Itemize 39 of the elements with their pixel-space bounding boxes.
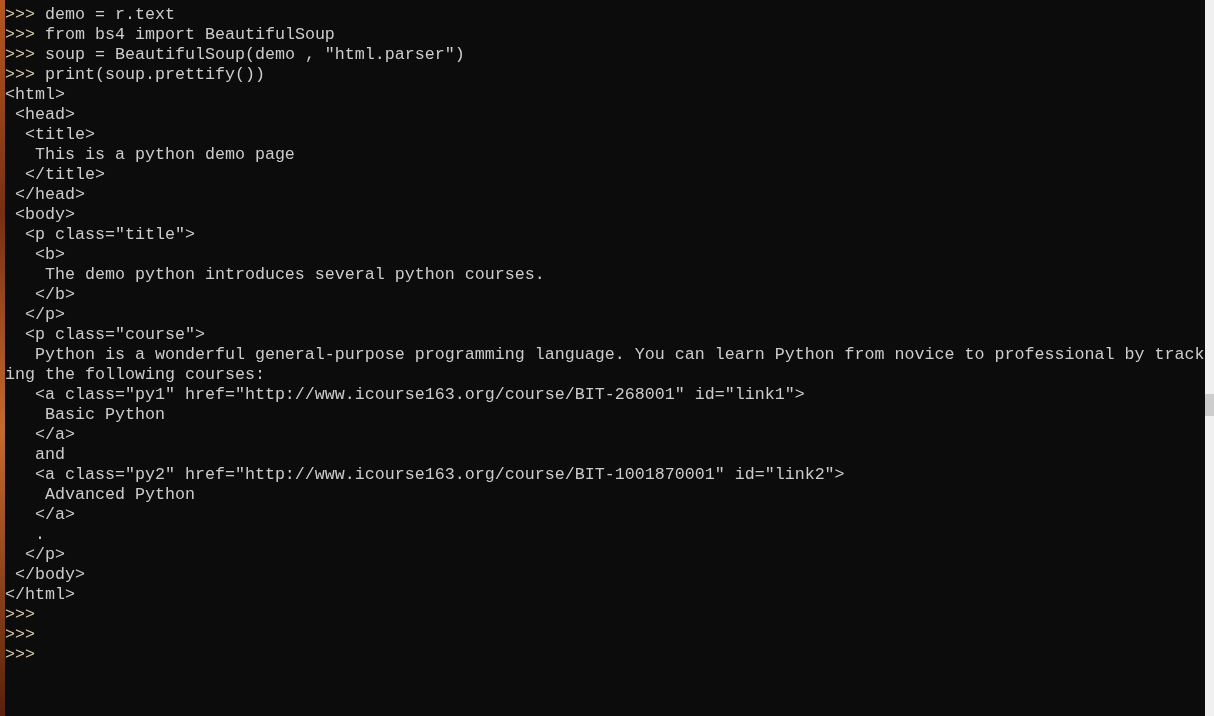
prompt-symbol: >>> [5, 45, 35, 64]
prompt-symbol: >>> [5, 5, 35, 24]
output-line: . [34, 525, 45, 544]
output-line: </body> [14, 565, 85, 584]
output-line: </a> [34, 425, 75, 444]
output-line: <b> [34, 245, 65, 264]
command-text: print(soup.prettify()) [45, 65, 265, 84]
prompt-symbol: >>> [5, 65, 35, 84]
output-line: </p> [24, 545, 65, 564]
output-line: <p class="course"> [24, 325, 205, 344]
output-line: <a class="py2" href="http://www.icourse163.org/course/BIT-1001870001" id="link2"> [34, 465, 845, 484]
output-line: The demo python introduces several python courses. [43, 265, 545, 284]
output-line: <p class="title"> [24, 225, 195, 244]
output-line: </title> [24, 165, 105, 184]
output-line: <body> [14, 205, 75, 224]
scrollbar[interactable] [1205, 0, 1214, 716]
output-line: and [34, 445, 65, 464]
command-text: soup = BeautifulSoup(demo , "html.parser") [45, 45, 465, 64]
output-line: ing the following courses: [5, 365, 265, 384]
prompt-symbol: >>> [5, 645, 35, 664]
output-line: <html> [5, 85, 65, 104]
output-line: This is a python demo page [34, 145, 295, 164]
prompt-symbol: >>> [5, 625, 35, 644]
output-line: </a> [34, 505, 75, 524]
command-text: demo = r.text [45, 5, 175, 24]
output-line: Python is a wonderful general-purpose programming language. You can learn Python from novice to professional by track [34, 345, 1205, 364]
output-line: </head> [14, 185, 85, 204]
command-text: from bs4 import BeautifulSoup [45, 25, 335, 44]
output-line: Advanced Python [43, 485, 195, 504]
prompt-symbol: >>> [5, 25, 35, 44]
output-line: <a class="py1" href="http://www.icourse163.org/course/BIT-268001" id="link1"> [34, 385, 805, 404]
output-line: </html> [5, 585, 75, 604]
scrollbar-thumb[interactable] [1205, 394, 1214, 416]
prompt-symbol: >>> [5, 605, 35, 624]
output-line: Basic Python [43, 405, 165, 424]
output-line: <head> [14, 105, 75, 124]
output-line: </b> [34, 285, 75, 304]
output-line: <title> [24, 125, 95, 144]
output-line: </p> [24, 305, 65, 324]
